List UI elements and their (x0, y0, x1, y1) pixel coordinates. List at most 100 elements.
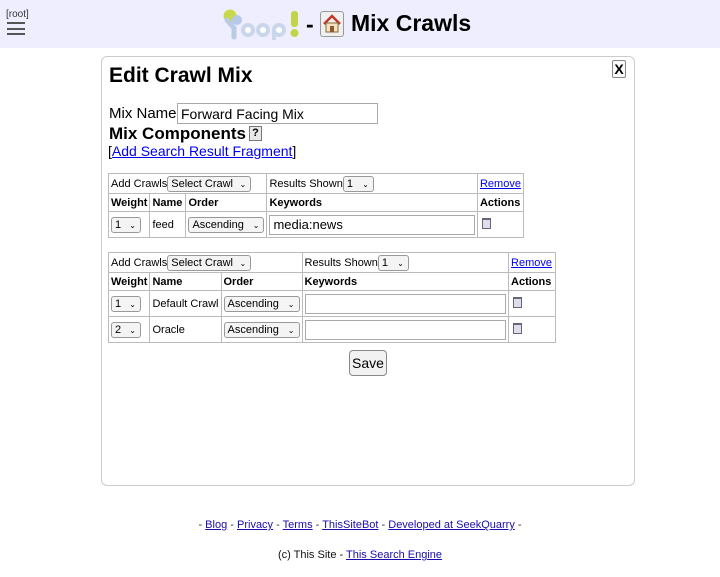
yioop-logo[interactable] (221, 8, 303, 40)
column-header: Order (220, 272, 303, 291)
select-crawl-dropdown[interactable]: Select Crawl ⌄ (167, 254, 252, 271)
footer-link-thissitebot[interactable]: ThisSiteBot (322, 519, 378, 531)
keywords-input[interactable] (304, 319, 507, 340)
order-dropdown[interactable]: Ascending ⌄ (188, 216, 265, 233)
trash-icon[interactable] (513, 296, 523, 308)
keywords-input[interactable]: media:news (269, 214, 475, 235)
save-button[interactable]: Save (349, 350, 387, 376)
table-row: 1 ⌄ feed Ascending ⌄ media:news (107, 211, 525, 238)
weight-dropdown[interactable]: 1 ⌄ (111, 216, 141, 233)
chevron-down-icon: ⌄ (397, 258, 404, 268)
results-shown-dropdown[interactable]: 1 ⌄ (342, 175, 374, 192)
chevron-down-icon: ⌄ (252, 220, 260, 230)
remove-fragment-link[interactable]: Remove (511, 257, 552, 269)
column-header: Order (185, 193, 268, 212)
fragment-table-2: Add Crawls Select Crawl ⌄ Results Shown 1 ⌄ … (107, 252, 556, 343)
results-shown-cell: Results Shown 1 ⌄ (266, 173, 478, 194)
order-cell: Ascending ⌄ (185, 211, 268, 238)
weight-cell: 2 ⌄ (107, 316, 151, 343)
crawl-name: Oracle (149, 316, 222, 343)
column-header: Weight (107, 272, 151, 291)
mix-name-label: Mix Name (109, 105, 177, 122)
bracket-close: ] (292, 143, 297, 159)
select-crawl-dropdown[interactable]: Select Crawl ⌄ (167, 175, 252, 192)
footer-link-blog[interactable]: Blog (205, 519, 227, 531)
keywords-input[interactable] (304, 293, 507, 314)
weight-cell: 1 ⌄ (107, 290, 151, 317)
chevron-down-icon: ⌄ (362, 179, 369, 189)
order-dropdown[interactable]: Ascending ⌄ (223, 321, 300, 338)
column-header: Name (149, 193, 187, 212)
trash-icon[interactable] (513, 322, 523, 334)
add-fragment-row: [Add Search Result Fragment] (108, 143, 296, 159)
table-row: 1 ⌄ Default Crawl Ascending ⌄ (107, 290, 556, 317)
keywords-cell (301, 316, 510, 343)
mix-name-input[interactable] (177, 103, 378, 124)
fragment-table-1: Add Crawls Select Crawl ⌄ Results Shown 1 ⌄ … (107, 173, 525, 238)
trash-icon[interactable] (481, 217, 491, 229)
remove-fragment-link[interactable]: Remove (480, 178, 521, 190)
close-button[interactable]: X (612, 60, 626, 78)
root-link[interactable]: [root] (6, 9, 29, 20)
chevron-down-icon: ⌄ (129, 325, 136, 335)
actions-cell (508, 316, 556, 343)
order-cell: Ascending ⌄ (220, 290, 303, 317)
actions-cell (476, 211, 525, 238)
column-header: Name (149, 272, 222, 291)
results-shown-cell: Results Shown 1 ⌄ (301, 252, 510, 273)
column-header: Actions (508, 272, 556, 291)
actions-cell (508, 290, 556, 317)
add-crawls-cell: Add Crawls Select Crawl ⌄ (107, 173, 268, 194)
footer-dash: - (517, 519, 522, 531)
results-shown-dropdown[interactable]: 1 ⌄ (377, 254, 409, 271)
chevron-down-icon: ⌄ (129, 220, 136, 230)
chevron-down-icon: ⌄ (129, 299, 136, 309)
table-row: 2 ⌄ Oracle Ascending ⌄ (107, 316, 556, 343)
column-header: Keywords (266, 193, 478, 212)
search-engine-link[interactable]: This Search Engine (346, 549, 442, 561)
column-header: Weight (107, 193, 151, 212)
keywords-cell: media:news (266, 211, 478, 238)
footer-dash: - (230, 519, 234, 531)
add-crawls-label: Add Crawls (111, 177, 168, 190)
footer-link-privacy[interactable]: Privacy (237, 519, 273, 531)
crawl-name: feed (149, 211, 187, 238)
results-shown-label: Results Shown (304, 256, 378, 269)
footer-link-seekquarry[interactable]: Developed at SeekQuarry (388, 519, 515, 531)
copyright-text: (c) This Site - (277, 549, 344, 561)
footer-link-terms[interactable]: Terms (283, 519, 313, 531)
order-dropdown[interactable]: Ascending ⌄ (223, 295, 300, 312)
chevron-down-icon: ⌄ (287, 299, 295, 309)
remove-cell: Remove (508, 252, 556, 273)
footer-copyright: (c) This Site - This Search Engine (0, 549, 720, 561)
results-shown-label: Results Shown (269, 177, 343, 190)
footer-dash: - (315, 519, 320, 531)
weight-cell: 1 ⌄ (107, 211, 151, 238)
add-search-result-fragment-link[interactable]: Add Search Result Fragment (112, 143, 293, 159)
footer-dash: - (381, 519, 386, 531)
house-icon[interactable] (320, 11, 344, 37)
top-bar: [root] - Mix Crawls (0, 0, 720, 48)
footer-dash: - (276, 519, 280, 531)
add-crawls-label: Add Crawls (111, 256, 168, 269)
page-title: Mix Crawls (351, 10, 472, 36)
weight-dropdown[interactable]: 2 ⌄ (111, 321, 141, 338)
order-cell: Ascending ⌄ (220, 316, 303, 343)
chevron-down-icon: ⌄ (239, 179, 247, 189)
add-crawls-cell: Add Crawls Select Crawl ⌄ (108, 252, 303, 273)
help-button[interactable]: ? (249, 126, 262, 141)
remove-cell: Remove (476, 173, 525, 194)
column-header: Keywords (301, 272, 510, 291)
menu-icon[interactable] (7, 22, 25, 39)
column-header: Actions (476, 193, 525, 212)
footer-dash: - (198, 519, 203, 531)
title-separator: - (306, 11, 314, 37)
mix-components-heading: Mix Components (109, 124, 246, 143)
weight-dropdown[interactable]: 1 ⌄ (111, 295, 141, 312)
crawl-name: Default Crawl (149, 290, 222, 317)
panel-title: Edit Crawl Mix (109, 64, 253, 87)
keywords-cell (301, 290, 510, 317)
footer-links: - Blog - Privacy - Terms - ThisSiteBot -… (0, 519, 720, 531)
chevron-down-icon: ⌄ (239, 258, 247, 268)
chevron-down-icon: ⌄ (287, 325, 295, 335)
